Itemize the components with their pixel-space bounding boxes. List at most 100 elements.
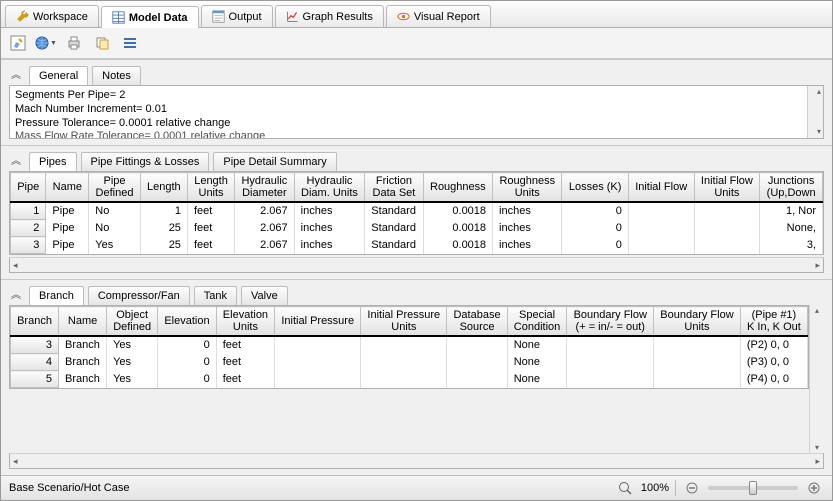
row-header[interactable]: 4 [11,354,59,371]
cell: No [89,202,141,220]
row-header[interactable]: 2 [11,220,46,237]
col-header[interactable]: HydraulicDiameter [235,173,295,203]
table-row[interactable]: 1PipeNo1feet2.067inchesStandard0.0018inc… [11,202,823,220]
cell: inches [493,220,562,237]
zoom-slider-thumb[interactable] [749,481,757,495]
general-text-area[interactable]: Segments Per Pipe= 2 Mach Number Increme… [9,85,824,139]
col-header[interactable]: Branch [11,307,59,337]
subtab-pipes[interactable]: Pipes [29,152,77,171]
tab-graph-results[interactable]: Graph Results [275,5,384,27]
zoom-slider[interactable] [708,486,798,490]
cell: Pipe [46,202,89,220]
col-header[interactable]: RoughnessUnits [493,173,562,203]
cell [361,336,447,354]
col-header[interactable]: (Pipe #1)K In, K Out [740,307,807,337]
col-header[interactable]: Losses (K) [562,173,628,203]
col-header[interactable]: DatabaseSource [447,307,507,337]
edit-tool-button[interactable] [7,32,29,54]
tab-label: Visual Report [414,11,480,23]
list-tool-button[interactable] [119,32,141,54]
print-tool-button[interactable] [63,32,85,54]
eye-icon [397,10,410,23]
tab-model-data[interactable]: Model Data [101,6,199,28]
col-header[interactable]: Initial Flow [628,173,694,203]
row-header[interactable]: 3 [11,336,59,354]
col-header[interactable]: Boundary FlowUnits [654,307,741,337]
scroll-down-icon[interactable]: ▾ [810,443,824,452]
subtab-general[interactable]: General [29,66,88,85]
scroll-right-icon[interactable]: ▸ [815,260,820,271]
cell: 2.067 [235,237,295,254]
col-header[interactable]: Elevation [158,307,216,337]
subtab-branch[interactable]: Branch [29,286,84,305]
cell [447,336,507,354]
subtab-pipe-detail[interactable]: Pipe Detail Summary [213,152,336,171]
branch-hscroll[interactable]: ◂▸ [9,453,824,469]
branch-grid[interactable]: BranchNameObjectDefinedElevationElevatio… [9,305,809,389]
col-header[interactable]: Name [46,173,89,203]
tab-output[interactable]: Output [201,5,273,27]
col-header[interactable]: Roughness [423,173,492,203]
cell: None [507,371,567,388]
cell: 25 [140,220,187,237]
scroll-up-icon[interactable]: ▴ [810,306,824,315]
zoom-minus-button[interactable] [682,479,702,497]
subtab-pipe-fittings[interactable]: Pipe Fittings & Losses [81,152,210,171]
table-row[interactable]: 3BranchYes0feetNone(P2) 0, 0 [11,336,808,354]
cell [628,237,694,254]
zoom-plus-button[interactable] [804,479,824,497]
branch-vscroll[interactable]: ▴▾ [809,305,824,453]
col-header[interactable]: Length [140,173,187,203]
col-header[interactable]: Junctions(Up,Down [760,173,823,203]
tab-workspace[interactable]: Workspace [5,5,99,27]
cell: 0.0018 [423,202,492,220]
copy-tool-button[interactable] [91,32,113,54]
cell: inches [493,202,562,220]
tab-visual-report[interactable]: Visual Report [386,5,491,27]
main-tab-bar: Workspace Model Data Output Graph Result… [1,1,832,28]
cell: 2.067 [235,220,295,237]
pipes-hscroll[interactable]: ◂▸ [9,257,824,273]
col-header[interactable]: Initial FlowUnits [694,173,760,203]
subtab-valve[interactable]: Valve [241,286,288,305]
scroll-left-icon[interactable]: ◂ [13,260,18,271]
col-header[interactable]: Name [59,307,107,337]
row-header[interactable]: 1 [11,202,46,220]
scroll-down-icon[interactable]: ▾ [817,127,821,137]
col-header[interactable]: Initial PressureUnits [361,307,447,337]
cell: Standard [365,220,423,237]
cell: Standard [365,237,423,254]
pipes-grid[interactable]: PipeNamePipeDefinedLengthLengthUnitsHydr… [9,171,824,255]
col-header[interactable]: FrictionData Set [365,173,423,203]
col-header[interactable]: ObjectDefined [107,307,158,337]
collapse-general-button[interactable]: ︽ [7,64,25,82]
row-header[interactable]: 3 [11,237,46,254]
subtab-tank[interactable]: Tank [194,286,237,305]
cell [694,202,760,220]
col-header[interactable]: Boundary Flow(+ = in/- = out) [567,307,654,337]
subtab-notes[interactable]: Notes [92,66,141,85]
table-row[interactable]: 4BranchYes0feetNone(P3) 0, 0 [11,354,808,371]
scroll-right-icon[interactable]: ▸ [815,456,820,467]
zoom-out-mag-button[interactable] [615,479,635,497]
table-row[interactable]: 5BranchYes0feetNone(P4) 0, 0 [11,371,808,388]
scroll-up-icon[interactable]: ▴ [817,87,821,97]
table-row[interactable]: 3PipeYes25feet2.067inchesStandard0.0018i… [11,237,823,254]
row-header[interactable]: 5 [11,371,59,388]
col-header[interactable]: Pipe [11,173,46,203]
col-header[interactable]: SpecialCondition [507,307,567,337]
globe-tool-button[interactable]: ▼ [35,32,57,54]
col-header[interactable]: PipeDefined [89,173,141,203]
cell: feet [187,237,234,254]
col-header[interactable]: Initial Pressure [275,307,361,337]
col-header[interactable]: ElevationUnits [216,307,274,337]
col-header[interactable]: LengthUnits [187,173,234,203]
scroll-left-icon[interactable]: ◂ [13,456,18,467]
subtab-compressor[interactable]: Compressor/Fan [88,286,190,305]
cell [694,220,760,237]
table-row[interactable]: 2PipeNo25feet2.067inchesStandard0.0018in… [11,220,823,237]
collapse-pipes-button[interactable]: ︽ [7,150,25,168]
col-header[interactable]: HydraulicDiam. Units [294,173,365,203]
collapse-branch-button[interactable]: ︽ [7,284,25,302]
cell [567,371,654,388]
